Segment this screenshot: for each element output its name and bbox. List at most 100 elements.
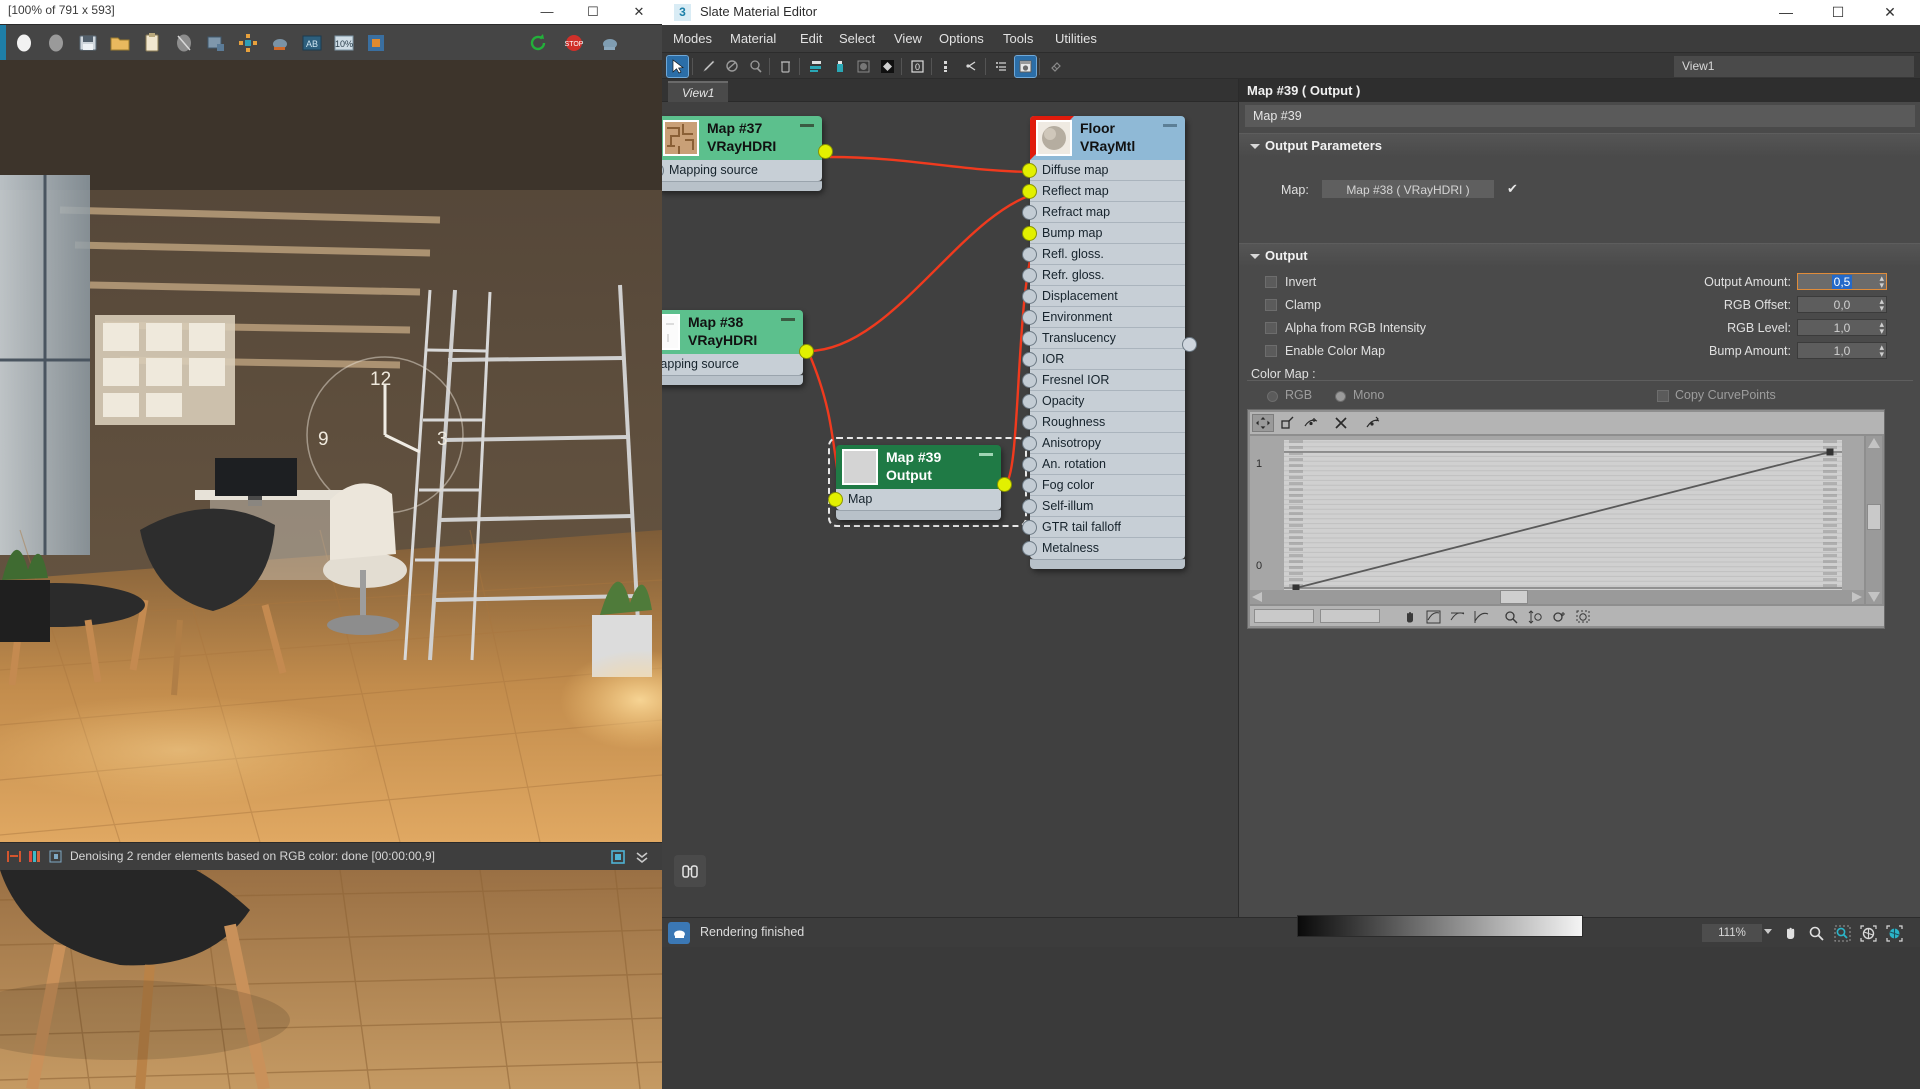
node-map39-input-socket[interactable] (828, 492, 843, 507)
hide-unused-icon[interactable] (991, 56, 1012, 77)
node-floor-row[interactable]: Opacity (1030, 391, 1185, 412)
node-floor-row[interactable]: Refl. gloss. (1030, 244, 1185, 265)
channel-ab-icon[interactable]: AB (300, 31, 324, 55)
curve-horizontal-scrollbar[interactable] (1250, 590, 1864, 604)
node-floor-socket[interactable] (1022, 520, 1037, 535)
node-floor-row[interactable]: Roughness (1030, 412, 1185, 433)
delete-icon[interactable] (775, 56, 796, 77)
scroll-right-arrow-icon[interactable] (1852, 592, 1862, 602)
clamp-checkbox[interactable] (1265, 299, 1277, 311)
color-map-rgb-radio[interactable] (1267, 391, 1278, 402)
node-floor-socket[interactable] (1022, 457, 1037, 472)
node-floor-row[interactable]: Metalness (1030, 538, 1185, 559)
zoom-region-curve-icon[interactable] (1572, 608, 1594, 626)
node-floor-row[interactable]: Refract map (1030, 202, 1185, 223)
node-floor-output-socket[interactable] (1182, 337, 1197, 352)
node-floor-socket[interactable] (1022, 331, 1037, 346)
move-children-icon[interactable] (805, 56, 826, 77)
node-floor-header[interactable]: Floor VRayMtl (1030, 116, 1185, 160)
rendered-image[interactable]: 12 3 6 9 (0, 60, 662, 842)
display-toggle-icon[interactable] (610, 849, 626, 865)
spinner-arrows-icon-3[interactable]: ▴ ▾ (1879, 320, 1884, 336)
node-floor-row[interactable]: Self-illum (1030, 496, 1185, 517)
rgb-offset-spinner[interactable]: 0,0 ▴ ▾ (1797, 296, 1887, 313)
node-map37-thumbnail[interactable] (663, 120, 699, 156)
add-point-icon[interactable] (1300, 414, 1322, 432)
node-map37-header[interactable]: Map #37 VRayHDRI (662, 116, 822, 160)
node-floor-row[interactable]: Anisotropy (1030, 433, 1185, 454)
node-floor-row[interactable]: IOR (1030, 349, 1185, 370)
pan-curve-icon[interactable] (1398, 608, 1420, 626)
node-floor-row[interactable]: Displacement (1030, 286, 1185, 307)
scroll-down-arrow-icon[interactable] (1868, 592, 1880, 602)
node-map39-collapse-button[interactable] (979, 453, 993, 456)
assign-material-icon[interactable] (722, 56, 743, 77)
rgb-level-spinner[interactable]: 1,0 ▴ ▾ (1797, 319, 1887, 336)
render-minimize-button[interactable]: — (524, 0, 570, 24)
color-bars-icon[interactable] (27, 848, 43, 865)
navigator-icon[interactable] (674, 855, 706, 887)
node-map37-output-socket[interactable] (818, 144, 833, 159)
refresh-icon[interactable] (526, 31, 550, 55)
layout-children-icon[interactable] (937, 56, 958, 77)
curve-y-field[interactable] (1320, 609, 1380, 623)
node-floor-socket[interactable] (1022, 415, 1037, 430)
menu-edit[interactable]: Edit (795, 29, 827, 48)
clone-bitmap-alt-icon[interactable] (44, 31, 68, 55)
scale-keys-icon[interactable] (1276, 414, 1298, 432)
zoom-tool-icon[interactable] (1500, 608, 1522, 626)
node-floor-row[interactable]: Environment (1030, 307, 1185, 328)
copy-image-icon[interactable] (140, 31, 164, 55)
color-map-mono-radio[interactable] (1335, 391, 1346, 402)
node-map38-thumbnail[interactable] (662, 314, 680, 350)
select-arrow-icon[interactable] (666, 55, 689, 78)
render-setup-icon[interactable] (364, 31, 388, 55)
copy-curvepoints-checkbox[interactable] (1657, 390, 1669, 402)
zoom-vertical-icon[interactable] (1470, 608, 1492, 626)
node-floor-row[interactable]: Diffuse map (1030, 160, 1185, 181)
rollout-output-header[interactable]: Output (1239, 243, 1920, 267)
node-map38-output-socket[interactable] (799, 344, 814, 359)
teapot-blue-icon[interactable] (598, 31, 622, 55)
node-floor-socket[interactable] (1022, 184, 1037, 199)
layout-all-icon[interactable] (961, 56, 982, 77)
node-map38-collapse-button[interactable] (781, 318, 795, 321)
node-floor-socket[interactable] (1022, 373, 1037, 388)
show-end-result-icon[interactable] (877, 56, 898, 77)
teapot-icon[interactable] (268, 31, 292, 55)
node-floor-socket[interactable] (1022, 541, 1037, 556)
menu-select[interactable]: Select (834, 29, 880, 48)
render-teapot-icon[interactable] (668, 922, 690, 944)
map-slot-button[interactable]: Map #38 ( VRayHDRI ) (1321, 179, 1495, 199)
render-maximize-button[interactable]: ☐ (570, 0, 616, 24)
node-map39-output-socket[interactable] (997, 477, 1012, 492)
spinner-arrows-icon-4[interactable]: ▴ ▾ (1879, 343, 1884, 359)
node-floor-socket[interactable] (1022, 247, 1037, 262)
map-enabled-checkmark[interactable]: ✔ (1507, 181, 1518, 197)
move-keys-icon[interactable] (1252, 414, 1274, 432)
node-map39-header[interactable]: Map #39 Output (836, 445, 1001, 489)
delete-point-icon[interactable] (1330, 414, 1352, 432)
show-background-icon[interactable] (853, 56, 874, 77)
curve-vertical-scrollbar[interactable] (1866, 436, 1882, 604)
node-map38-row-mapping-source[interactable]: Mapping source (662, 354, 803, 375)
curve-plot-area[interactable]: 1 0 (1250, 436, 1864, 604)
zoom-horizontal-icon[interactable] (1446, 608, 1468, 626)
node-floor-socket[interactable] (1022, 310, 1037, 325)
pixel-grid-icon[interactable] (48, 848, 64, 865)
node-floor-row[interactable]: Translucency (1030, 328, 1185, 349)
pan-icon[interactable] (1778, 922, 1802, 944)
invert-checkbox[interactable] (1265, 276, 1277, 288)
show-in-viewport-icon[interactable] (746, 56, 767, 77)
node-floor-row[interactable]: GTR tail falloff (1030, 517, 1185, 538)
menu-material[interactable]: Material (725, 29, 781, 48)
tab-view1[interactable]: View1 (668, 81, 729, 102)
menu-utilities[interactable]: Utilities (1050, 29, 1102, 48)
curve-tangent-icon[interactable] (1362, 414, 1384, 432)
histogram-icon[interactable] (6, 848, 22, 865)
menu-view[interactable]: View (889, 29, 927, 48)
scroll-up-arrow-icon[interactable] (1868, 438, 1880, 448)
chevron-down-icon[interactable] (634, 849, 650, 865)
node-map39-thumbnail[interactable] (842, 449, 878, 485)
percent-icon[interactable]: 10% (332, 31, 356, 55)
